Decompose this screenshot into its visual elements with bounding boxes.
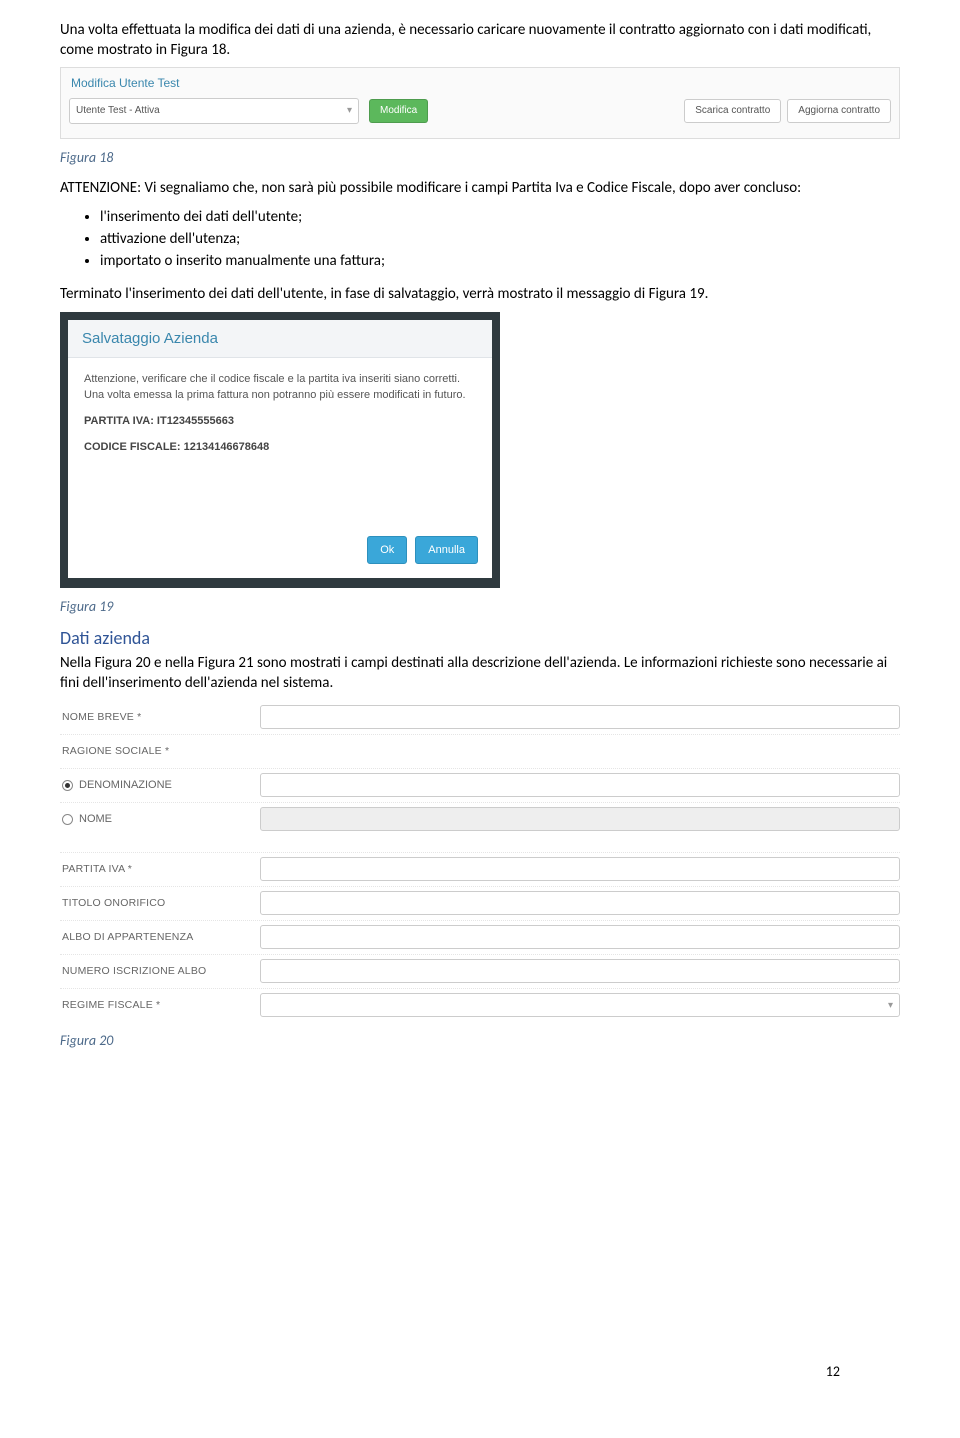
figure-19-caption: Figura 19 xyxy=(60,598,900,615)
input-nome xyxy=(260,807,900,831)
utente-select-value: Utente Test - Attiva xyxy=(76,105,160,116)
section-dati-azienda: Dati azienda xyxy=(60,627,900,649)
modal: Salvataggio Azienda Attenzione, verifica… xyxy=(68,320,492,578)
bullet-item: l'inserimento dei dati dell'utente; xyxy=(100,208,900,226)
screenshot-salvataggio-modal: Salvataggio Azienda Attenzione, verifica… xyxy=(60,312,500,588)
bullet-list: l'inserimento dei dati dell'utente; atti… xyxy=(100,208,900,270)
attenzione-paragraph: ATTENZIONE: Vi segnaliamo che, non sarà … xyxy=(60,178,900,198)
bullet-item: importato o inserito manualmente una fat… xyxy=(100,252,900,270)
modal-codice-fiscale: CODICE FISCALE: 12134146678648 xyxy=(84,440,476,456)
modal-warning-text: Attenzione, verificare che il codice fis… xyxy=(84,372,476,404)
label-num-iscrizione: NUMERO ISCRIZIONE ALBO xyxy=(60,965,260,977)
input-denominazione[interactable] xyxy=(260,773,900,797)
bullet-item: attivazione dell'utenza; xyxy=(100,230,900,248)
label-nome-breve: NOME BREVE * xyxy=(60,711,260,723)
input-albo[interactable] xyxy=(260,925,900,949)
scarica-contratto-button[interactable]: Scarica contratto xyxy=(684,99,781,123)
p-terminato: Terminato l'inserimento dei dati dell'ut… xyxy=(60,284,900,304)
chevron-down-icon: ▾ xyxy=(347,105,352,116)
radio-denominazione[interactable] xyxy=(62,780,73,791)
ok-button[interactable]: Ok xyxy=(367,536,407,564)
radio-nome[interactable] xyxy=(62,814,73,825)
label-nome: NOME xyxy=(79,813,112,825)
paragraph-intro: Una volta effettuata la modifica dei dat… xyxy=(60,20,900,61)
modifica-row: Utente Test - Attiva ▾ Modifica Scarica … xyxy=(69,98,891,124)
page-number: 12 xyxy=(826,1363,840,1380)
annulla-button[interactable]: Annulla xyxy=(415,536,478,564)
input-titolo-onorifico[interactable] xyxy=(260,891,900,915)
input-num-iscrizione[interactable] xyxy=(260,959,900,983)
select-regime-fiscale[interactable]: ▾ xyxy=(260,993,900,1017)
label-titolo-onorifico: TITOLO ONORIFICO xyxy=(60,897,260,909)
label-partita-iva: PARTITA IVA * xyxy=(60,863,260,875)
aggiorna-contratto-button[interactable]: Aggiorna contratto xyxy=(787,99,891,123)
modal-title: Salvataggio Azienda xyxy=(68,320,492,358)
screenshot-modifica-bar: Modifica Utente Test Utente Test - Attiv… xyxy=(60,67,900,139)
label-ragione-sociale: RAGIONE SOCIALE * xyxy=(60,745,260,757)
figure-20-caption: Figura 20 xyxy=(60,1032,900,1049)
modal-footer: Ok Annulla xyxy=(68,526,492,578)
screenshot-title: Modifica Utente Test xyxy=(69,74,891,98)
label-denominazione: DENOMINAZIONE xyxy=(79,779,172,791)
label-albo: ALBO DI APPARTENENZA xyxy=(60,931,260,943)
screenshot-form-azienda: NOME BREVE * RAGIONE SOCIALE * DENOMINAZ… xyxy=(60,700,900,1022)
utente-select[interactable]: Utente Test - Attiva ▾ xyxy=(69,98,359,124)
modal-piva: PARTITA IVA: IT12345555663 xyxy=(84,414,476,430)
input-nome-breve[interactable] xyxy=(260,705,900,729)
label-regime-fiscale: REGIME FISCALE * xyxy=(60,999,260,1011)
chevron-down-icon: ▾ xyxy=(888,1000,893,1011)
modifica-button[interactable]: Modifica xyxy=(369,99,428,123)
modal-body: Attenzione, verificare che il codice fis… xyxy=(68,358,492,470)
figure-18-caption: Figura 18 xyxy=(60,149,900,166)
input-partita-iva[interactable] xyxy=(260,857,900,881)
p-dati-azienda: Nella Figura 20 e nella Figura 21 sono m… xyxy=(60,653,900,694)
